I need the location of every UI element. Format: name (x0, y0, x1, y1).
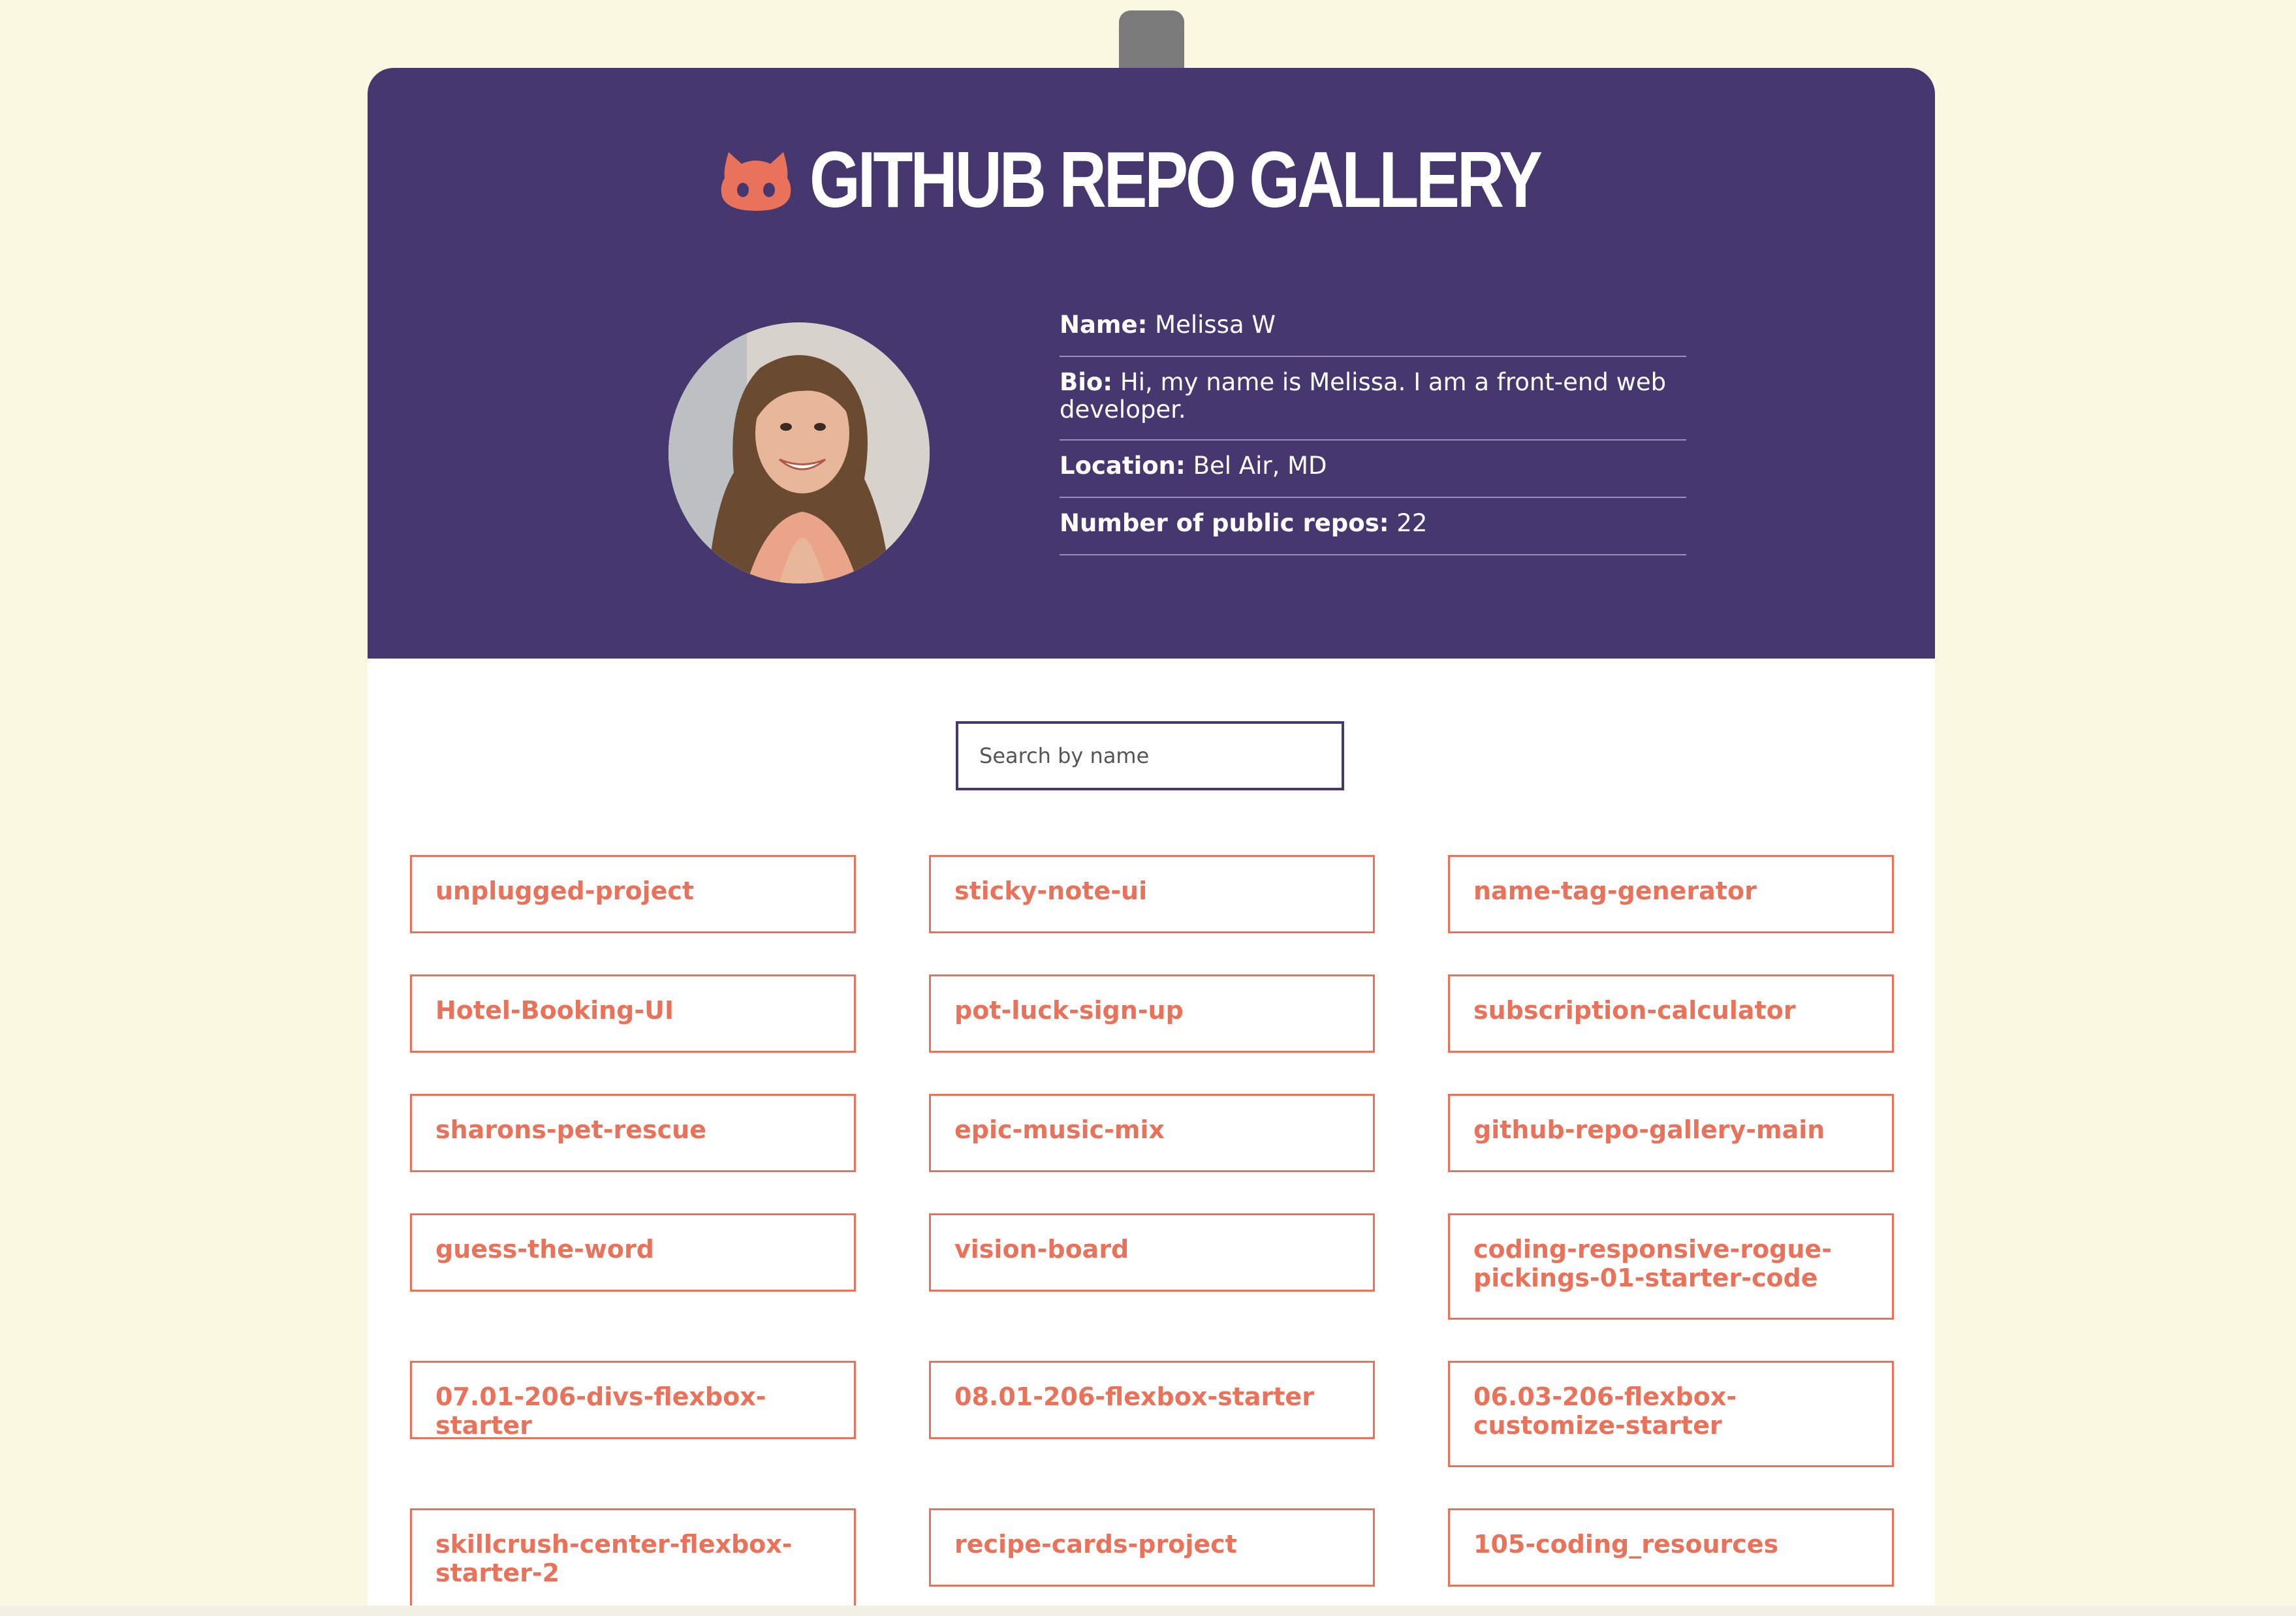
bottom-edge (0, 1606, 2296, 1616)
repo-card[interactable]: pot-luck-sign-up (929, 974, 1375, 1053)
repo-card[interactable]: 06.03-206-flexbox-customize-starter (1448, 1361, 1894, 1467)
repo-card[interactable]: skillcrush-center-flexbox-starter-2 (410, 1508, 856, 1615)
bio-label: Bio: (1060, 368, 1113, 396)
profile-location-row: Location: Bel Air, MD (1060, 441, 1686, 498)
repo-card[interactable]: epic-music-mix (929, 1094, 1375, 1172)
avatar (668, 322, 930, 583)
avatar-photo (668, 322, 930, 583)
repo-card[interactable]: 105-coding_resources (1448, 1508, 1894, 1587)
profile-info: Name: Melissa W Bio: Hi, my name is Meli… (1060, 300, 1686, 555)
repo-card[interactable]: vision-board (929, 1213, 1375, 1292)
profile-name-row: Name: Melissa W (1060, 300, 1686, 357)
profile-repos-row: Number of public repos: 22 (1060, 498, 1686, 555)
repo-card[interactable]: 08.01-206-flexbox-starter (929, 1361, 1375, 1439)
repo-card[interactable]: coding-responsive-rogue-pickings-01-star… (1448, 1213, 1894, 1320)
repo-card[interactable]: Hotel-Booking-UI (410, 974, 856, 1053)
title-row: GITHUB REPO GALLERY (368, 140, 1935, 219)
gallery-card: GITHUB REPO GALLERY Name: Melissa W Bio:… (368, 68, 1935, 1616)
location-value: Bel Air, MD (1193, 452, 1327, 480)
repo-card[interactable]: name-tag-generator (1448, 855, 1894, 933)
name-value: Melissa W (1155, 311, 1276, 339)
profile-header: GITHUB REPO GALLERY Name: Melissa W Bio:… (368, 68, 1935, 659)
bio-value: Hi, my name is Melissa. I am a front-end… (1060, 368, 1667, 424)
repos-count-label: Number of public repos: (1060, 509, 1389, 537)
location-label: Location: (1060, 452, 1186, 480)
repo-card[interactable]: sharons-pet-rescue (410, 1094, 856, 1172)
repo-card[interactable]: recipe-cards-project (929, 1508, 1375, 1587)
repo-card[interactable]: guess-the-word (410, 1213, 856, 1292)
octocat-icon (721, 152, 791, 211)
repo-card[interactable]: github-repo-gallery-main (1448, 1094, 1894, 1172)
repo-card[interactable]: sticky-note-ui (929, 855, 1375, 933)
repos-count-value: 22 (1396, 509, 1428, 537)
repo-card[interactable]: 07.01-206-divs-flexbox-starter (410, 1361, 856, 1440)
profile-bio-row: Bio: Hi, my name is Melissa. I am a fron… (1060, 357, 1686, 441)
repo-card[interactable]: subscription-calculator (1448, 974, 1894, 1053)
search-input[interactable] (956, 721, 1344, 790)
repo-card[interactable]: unplugged-project (410, 855, 856, 933)
name-label: Name: (1060, 311, 1148, 339)
page-title: GITHUB REPO GALLERY (810, 135, 1543, 224)
